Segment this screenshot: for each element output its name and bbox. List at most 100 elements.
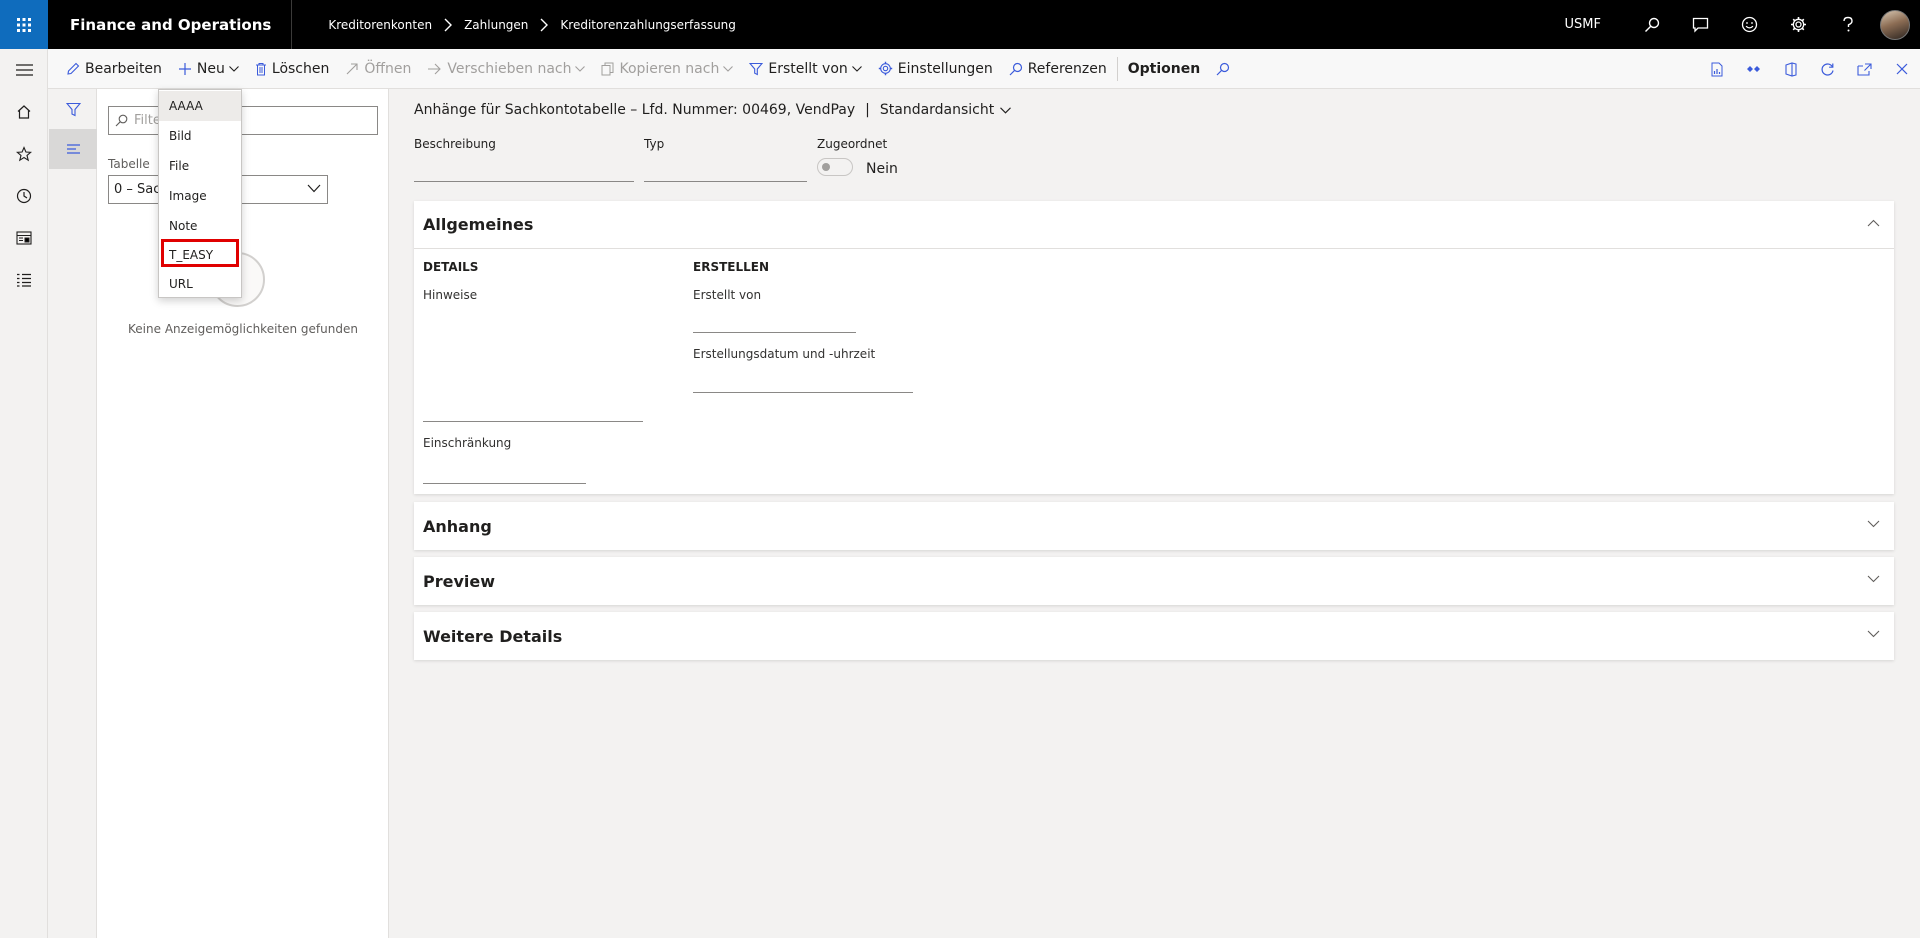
trash-icon <box>255 62 266 75</box>
options-label: Optionen <box>1127 60 1201 77</box>
menu-item-bild[interactable]: Bild <box>159 121 241 151</box>
notes-label: Hinweise <box>423 288 478 302</box>
nav-menu-button[interactable] <box>0 49 48 91</box>
navigation-rail <box>0 49 48 938</box>
action-search-button[interactable] <box>1208 49 1243 89</box>
references-label: Referenzen <box>1027 60 1107 77</box>
menu-item-file[interactable]: File <box>159 151 241 181</box>
highlight-box <box>161 239 239 267</box>
search-button[interactable] <box>1627 0 1676 49</box>
notes-field[interactable] <box>423 421 643 422</box>
search-icon <box>1644 17 1659 32</box>
attachment-section-title: Anhang <box>423 516 492 536</box>
view-name: Standardansicht <box>879 102 995 118</box>
empty-state-text: Keine Anzeigemöglichkeiten gefunden <box>128 322 358 336</box>
view-selector[interactable]: Standardansicht <box>879 102 1012 118</box>
move-to-label: Verschieben nach <box>447 60 572 77</box>
settings-action-button[interactable]: Einstellungen <box>870 49 1001 89</box>
delete-button[interactable]: Löschen <box>247 49 337 89</box>
created-datetime-field[interactable] <box>693 392 913 393</box>
chevron-right-icon <box>444 18 453 32</box>
search-icon <box>1216 62 1230 75</box>
office-icon <box>1784 61 1797 77</box>
list-pane-button[interactable] <box>49 129 97 169</box>
options-tab[interactable]: Optionen <box>1120 49 1208 89</box>
restriction-field[interactable] <box>423 483 586 484</box>
nav-modules[interactable] <box>0 259 48 301</box>
arrow-right-icon <box>428 63 442 74</box>
menu-item-url[interactable]: URL <box>159 269 241 299</box>
attachment-section-header[interactable]: Anhang <box>414 502 1894 550</box>
edit-button[interactable]: Bearbeiten <box>58 49 170 89</box>
office-button[interactable] <box>1772 49 1809 89</box>
nav-favorites[interactable] <box>0 133 48 175</box>
menu-item-note[interactable]: Note <box>159 211 241 241</box>
nav-home[interactable] <box>0 91 48 133</box>
breadcrumb: Kreditorenkonten Zahlungen Kreditorenzah… <box>328 18 736 32</box>
menu-item-aaaa[interactable]: AAAA <box>159 91 241 121</box>
messages-button[interactable] <box>1676 0 1725 49</box>
copy-to-button[interactable]: Kopieren nach <box>593 49 741 89</box>
feedback-button[interactable] <box>1725 0 1774 49</box>
breadcrumb-item-kreditorenkonten[interactable]: Kreditorenkonten <box>328 18 432 32</box>
list-icon <box>17 273 31 287</box>
breadcrumb-item-zahlungen[interactable]: Zahlungen <box>464 18 528 32</box>
general-section-header[interactable]: Allgemeines <box>414 201 1894 249</box>
references-button[interactable]: Referenzen <box>1001 49 1115 89</box>
assigned-toggle[interactable] <box>817 158 853 176</box>
top-navigation-bar: Finance and Operations Kreditorenkonten … <box>0 0 1920 49</box>
main-content: Anhänge für Sachkontotabelle – Lfd. Numm… <box>390 89 1920 938</box>
nav-workspaces[interactable] <box>0 217 48 259</box>
delete-label: Löschen <box>271 60 330 77</box>
refresh-button[interactable] <box>1809 49 1846 89</box>
filter-icon <box>749 62 764 75</box>
type-label: Typ <box>644 137 665 151</box>
hamburger-icon <box>15 64 33 76</box>
open-button[interactable]: Öffnen <box>337 49 419 89</box>
diamond-icon <box>1747 66 1760 72</box>
general-section-body: DETAILS Hinweise Einschränkung ERSTELLEN… <box>414 249 1894 494</box>
new-button[interactable]: Neu <box>170 49 247 89</box>
create-group-title: ERSTELLEN <box>693 260 769 274</box>
settings-button[interactable] <box>1774 0 1823 49</box>
move-to-button[interactable]: Verschieben nach <box>419 49 593 89</box>
type-field[interactable] <box>644 181 807 182</box>
restriction-label: Einschränkung <box>423 436 512 450</box>
company-picker[interactable]: USMF <box>1565 17 1601 32</box>
menu-item-image[interactable]: Image <box>159 181 241 211</box>
gear-icon <box>1791 17 1806 32</box>
app-title[interactable]: Finance and Operations <box>48 0 293 49</box>
new-label: Neu <box>196 60 225 77</box>
help-icon <box>1842 16 1853 32</box>
gear-icon <box>878 61 892 76</box>
filter-input[interactable]: Filter <box>108 106 378 135</box>
popout-icon <box>1857 62 1872 76</box>
search-icon <box>115 114 128 127</box>
close-button[interactable] <box>1883 49 1920 89</box>
open-new-window-button[interactable] <box>1846 49 1883 89</box>
created-by-button[interactable]: Erstellt von <box>741 49 869 89</box>
list-pane: Filter Tabelle 0 – Sac Keine Anzeigemögl… <box>97 89 389 938</box>
power-apps-button[interactable] <box>1735 49 1772 89</box>
assigned-value: Nein <box>866 161 898 177</box>
more-details-section: Weitere Details <box>414 612 1894 660</box>
app-launcher-button[interactable] <box>0 0 48 49</box>
created-by-field[interactable] <box>693 332 856 333</box>
help-button[interactable] <box>1823 0 1872 49</box>
preview-section-header[interactable]: Preview <box>414 557 1894 605</box>
more-details-section-header[interactable]: Weitere Details <box>414 612 1894 660</box>
action-separator <box>1116 56 1118 81</box>
user-avatar[interactable] <box>1880 9 1910 40</box>
star-icon <box>16 146 32 162</box>
chevron-down-icon <box>1867 575 1880 583</box>
message-icon <box>1692 17 1709 33</box>
chevron-down-icon <box>1000 106 1012 114</box>
office-export-button[interactable] <box>1698 49 1735 89</box>
filter-pane-button[interactable] <box>49 89 97 129</box>
description-field[interactable] <box>414 181 634 182</box>
breadcrumb-item-current-form[interactable]: Kreditorenzahlungserfassung <box>560 18 735 32</box>
document-chart-icon <box>1711 62 1722 76</box>
page-header: Anhänge für Sachkontotabelle – Lfd. Numm… <box>414 102 1012 118</box>
smiley-icon <box>1741 16 1758 33</box>
nav-recent[interactable] <box>0 175 48 217</box>
